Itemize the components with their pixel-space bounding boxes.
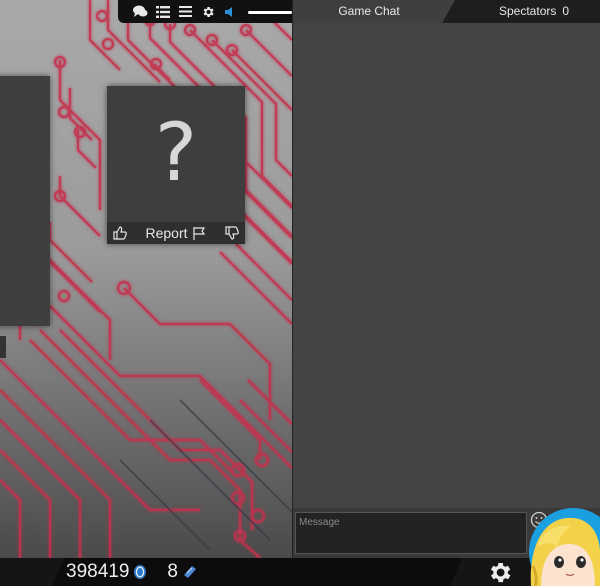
- chat-panel: Game Chat Spectators 0: [292, 0, 600, 558]
- bottom-bar: 398419 8: [0, 558, 600, 586]
- chat-messages: [293, 23, 600, 508]
- tab-spectators[interactable]: Spectators 0: [451, 0, 600, 23]
- report-label: Report: [145, 225, 188, 241]
- coin-icon: [133, 564, 147, 580]
- ticket-icon: [182, 564, 198, 580]
- volume-track: [248, 10, 292, 14]
- side-card-tab[interactable]: [0, 336, 6, 358]
- game-board: ? Report: [0, 0, 292, 558]
- top-toolbar: [118, 0, 292, 23]
- player-avatar[interactable]: [523, 506, 600, 586]
- spectators-count: 0: [562, 4, 570, 18]
- thumbs-down-icon[interactable]: [223, 224, 241, 242]
- tab-spectators-label: Spectators: [499, 4, 557, 18]
- chat-icon[interactable]: [132, 3, 148, 21]
- settings-gear-icon[interactable]: [486, 559, 513, 586]
- menu-icon[interactable]: [177, 3, 193, 21]
- volume-icon[interactable]: [222, 3, 238, 21]
- list-icon[interactable]: [154, 3, 170, 21]
- currency-display: 398419 8: [52, 558, 462, 586]
- volume-slider[interactable]: [248, 3, 292, 21]
- side-card[interactable]: [0, 76, 50, 326]
- gear-icon[interactable]: [199, 3, 215, 21]
- coin-count: 398419: [66, 561, 130, 582]
- tab-game-chat[interactable]: Game Chat: [293, 0, 455, 23]
- card-actions: Report: [107, 222, 245, 244]
- tab-game-chat-label: Game Chat: [338, 4, 400, 18]
- mystery-card[interactable]: ? Report: [107, 86, 245, 244]
- ticket-count: 8: [167, 561, 178, 582]
- flag-icon: [192, 226, 205, 240]
- chat-header: Game Chat Spectators 0: [293, 0, 600, 23]
- game-screen: ? Report Game Chat Spectators 0 Message …: [0, 0, 600, 586]
- message-input[interactable]: [295, 512, 527, 554]
- card-question-mark: ?: [154, 106, 198, 199]
- report-button[interactable]: Report: [145, 225, 206, 241]
- thumbs-up-icon[interactable]: [111, 224, 129, 242]
